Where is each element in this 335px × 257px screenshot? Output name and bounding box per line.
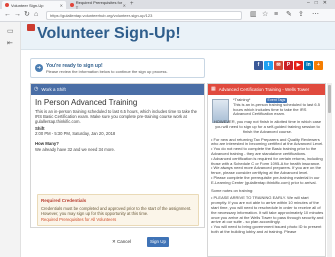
tab-label: Volunteer Sign-Up (11, 2, 44, 8)
event-info-body: *Training* Event Tags This is an in-pers… (211, 97, 324, 235)
event-info-title: Advanced Certification Training - Wells … (218, 86, 310, 92)
browser-tab-bar: Volunteer Sign-Up ✕ Required Prerequisit… (0, 0, 335, 10)
page-header: Volunteer Sign-Up! (21, 22, 335, 50)
prerequisites-link[interactable]: Required Prerequisites for All Volunteer… (41, 217, 195, 222)
menu-icon[interactable]: ⋯ (312, 11, 319, 20)
panel-header-label: Work a Shift (41, 86, 66, 92)
new-tab-button[interactable]: + (130, 1, 134, 9)
favorites-icon[interactable]: ≡ (274, 11, 278, 20)
calendar-icon: ▦ (211, 86, 216, 93)
notes-icon[interactable]: ✎ (286, 11, 292, 20)
tab-volunteer-sign-up[interactable]: Volunteer Sign-Up ✕ (2, 1, 66, 9)
more-share-icon[interactable]: + (314, 61, 323, 70)
reading-view-icon[interactable]: ▥ (250, 11, 257, 20)
favicon-icon (5, 3, 9, 7)
close-tab-icon[interactable]: ✕ (123, 3, 126, 8)
reload-icon[interactable]: ↻ (24, 11, 30, 20)
event-info-panel: ▦ Advanced Certification Training - Well… (207, 83, 326, 257)
site-logo (27, 24, 35, 31)
note-1: • PLEASE ARRIVE TO TRAINING EARLY. We wi… (211, 195, 324, 225)
shift-panel: ◷ Work a Shift In Person Advanced Traini… (30, 83, 205, 228)
notice-text: Please review the information below to c… (46, 69, 168, 74)
favicon-icon (70, 3, 74, 7)
back-icon[interactable]: ← (4, 11, 11, 20)
page-title: Volunteer Sign-Up! (37, 25, 181, 42)
scrollbar[interactable] (327, 83, 332, 257)
arrow-right-icon: ➜ (35, 64, 43, 72)
note-2: • You will need to bring government issu… (211, 224, 322, 234)
youtube-icon[interactable]: ▶ (294, 61, 303, 70)
address-bar[interactable]: https://gulallentap.volunteerhub.org/vol… (46, 11, 242, 20)
signup-notice: ➜ You're ready to sign up! Please review… (30, 58, 205, 78)
required-credentials-box: Required Credentials Credentials must be… (37, 194, 199, 226)
required-credentials-title: Required Credentials (41, 198, 87, 203)
email-icon[interactable]: ✉ (274, 61, 283, 70)
home-icon[interactable]: ⌂ (34, 11, 38, 20)
tab-required-prerequisites[interactable]: Required Prerequisites for T ✕ (67, 0, 129, 10)
training-title: In Person Advanced Training (35, 98, 138, 107)
browser-toolbar: ← → ↻ ⌂ https://gulallentap.volunteerhub… (0, 9, 335, 22)
however-text: HOWEVER, you may not finish in allotted … (213, 119, 322, 134)
bullet-5: • Please complete the prerequisite pre-t… (211, 174, 320, 185)
close-tab-icon[interactable]: ✕ (60, 3, 63, 8)
tabs-aside-icon[interactable]: ▭ (7, 28, 14, 37)
panel-header: ◷ Work a Shift (31, 84, 204, 95)
training-intro: This is an in-person training scheduled … (35, 109, 198, 124)
share-icon[interactable]: ⇪ (298, 11, 304, 20)
shift-value: 2:00 PM - 5:30 PM, Saturday, Jan 20, 201… (35, 131, 116, 137)
training-description: This is an in-person training scheduled … (233, 101, 320, 117)
bookmark-icon[interactable]: ☆ (262, 11, 268, 20)
social-links: f t ✉ P ▶ in + (254, 61, 324, 70)
required-credentials-text: Credentials must be completed and approv… (41, 205, 192, 216)
browser-side-panel: ▭ ⇤ (0, 22, 21, 257)
event-info-header: ▦ Advanced Certification Training - Well… (208, 84, 325, 95)
forward-icon[interactable]: → (14, 11, 21, 20)
sign-up-button[interactable]: Sign Up (147, 237, 169, 247)
panel-body: In Person Advanced Training This is an i… (35, 98, 201, 152)
clock-icon: ◷ (34, 86, 39, 93)
notes-label: Some notes on training: (211, 187, 254, 193)
facebook-icon[interactable]: f (254, 61, 263, 70)
cancel-button[interactable]: ✕ Cancel (112, 239, 131, 245)
scrollbar-thumb[interactable] (328, 85, 331, 113)
how-many-value: We already have 32 and we need 34 more. (35, 146, 116, 152)
pinterest-icon[interactable]: P (284, 61, 293, 70)
twitter-icon[interactable]: t (264, 61, 273, 70)
linkedin-icon[interactable]: in (304, 61, 313, 70)
window-controls[interactable]: –□✕ (307, 0, 332, 6)
restore-tabs-icon[interactable]: ⇤ (7, 40, 13, 49)
